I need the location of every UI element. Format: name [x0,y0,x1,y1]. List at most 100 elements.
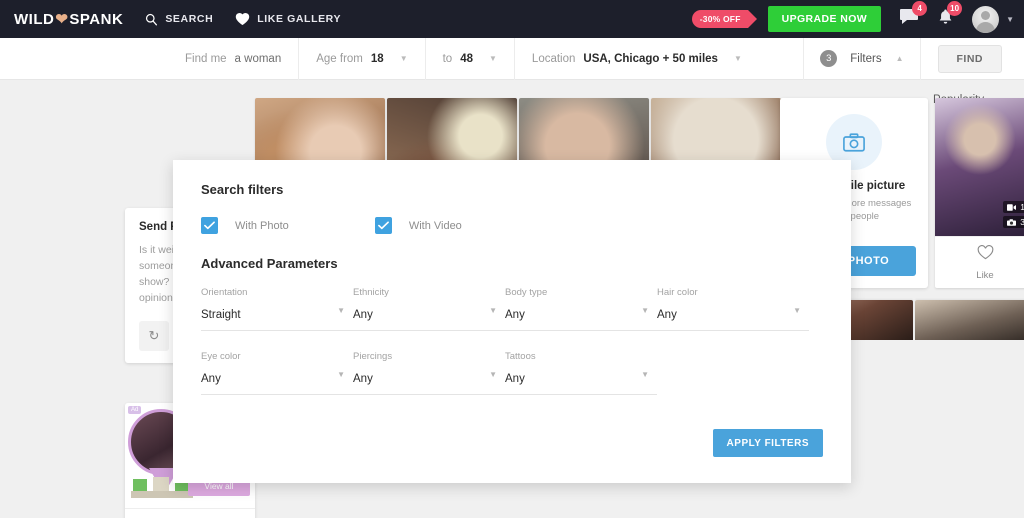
upgrade-now-button[interactable]: UPGRADE NOW [767,6,882,32]
chevron-down-icon: ▼ [733,54,742,63]
ad-footer-label: Offer of the day [125,508,255,518]
avatar-head [981,10,991,20]
body-type-field: Body type Any ▼ [505,287,657,331]
advanced-parameters-title: Advanced Parameters [201,256,338,271]
logo-text-first: WILD [14,10,55,28]
ad-badge: Ad [128,406,142,414]
profile-actions: Like [935,236,1024,288]
with-photo-checkbox[interactable]: With Photo [201,217,289,234]
refresh-icon[interactable]: ↻ [139,321,169,351]
ethnicity-label: Ethnicity [353,287,389,298]
find-me-value: a woman [234,52,282,65]
eye-color-field: Eye color Any ▼ [201,351,353,395]
age-to-label: to [442,52,453,65]
avatar-body [976,21,996,33]
panel-checkbox-row: With Photo With Video [201,217,823,234]
panel-title: Search filters [201,182,284,197]
advanced-row-1: Orientation Straight ▼ Ethnicity Any ▼ B… [201,287,823,331]
orientation-field: Orientation Straight ▼ [201,287,353,331]
nav-search-label: SEARCH [165,13,214,25]
age-to-selector[interactable]: to 48 ▼ [424,37,514,80]
piercings-label: Piercings [353,351,393,362]
chevron-down-icon: ▼ [641,370,649,379]
body-type-select[interactable]: Any ▼ [505,305,657,331]
chevron-down-icon: ▼ [641,306,649,315]
hair-color-select[interactable]: Any ▼ [657,305,809,331]
eye-color-select[interactable]: Any ▼ [201,369,353,395]
page-body: Popularity ▼ Send Flirt Is it weird that… [0,80,1024,518]
nav-search[interactable]: SEARCH [145,13,213,26]
chevron-down-icon: ▼ [399,54,408,63]
search-icon [145,13,158,26]
notifications-badge: 10 [947,0,963,16]
tattoos-label: Tattoos [505,351,536,362]
body-type-label: Body type [505,287,548,298]
eye-color-value: Any [201,373,221,385]
piercings-value: Any [353,373,373,385]
apply-filters-button[interactable]: APPLY FILTERS [712,429,823,457]
find-button[interactable]: FIND [937,44,1002,73]
location-value: USA, Chicago + 50 miles [583,52,718,65]
hair-color-field: Hair color Any ▼ [657,287,809,331]
ethnicity-field: Ethnicity Any ▼ [353,287,505,331]
video-camera-icon [1007,203,1017,211]
orientation-value: Straight [201,309,241,321]
video-count-value: 1 [1020,202,1024,212]
profile-card-partial[interactable]: 1 3 Like [935,98,1024,288]
like-button[interactable]: Like [935,237,1024,288]
logo-text-second: SPANK [69,10,124,28]
location-label: Location [531,52,576,65]
chevron-down-icon: ▼ [489,306,497,315]
age-from-value: 18 [370,52,384,65]
heart-icon [235,12,250,26]
checkmark-icon [374,217,392,234]
with-video-checkbox[interactable]: With Video [374,217,462,234]
tattoos-select[interactable]: Any ▼ [505,369,657,395]
nav-like-gallery[interactable]: LIKE GALLERY [235,12,341,26]
checkmark-icon [201,217,218,234]
ethnicity-select[interactable]: Any ▼ [353,305,505,331]
profile-card-partial[interactable] [915,300,1024,340]
age-from-selector[interactable]: Age from 18 ▼ [298,37,424,80]
find-me-label: Find me [185,52,227,65]
tattoos-value: Any [505,373,525,385]
profile-media-counts: 1 3 [1003,198,1024,228]
like-label: Like [976,269,994,281]
heart-icon: ❤ [55,11,69,28]
video-count: 1 [1003,201,1024,213]
age-from-label: Age from [316,52,363,65]
top-header: WILD ❤ SPANK SEARCH LIKE GALLERY -30% OF… [0,0,1024,38]
with-photo-label: With Photo [235,219,289,232]
filters-toggle[interactable]: 3 Filters ▲ [803,37,921,80]
eye-color-label: Eye color [201,351,241,362]
avatar[interactable] [972,5,1000,33]
chevron-down-icon: ▼ [337,306,345,315]
piercings-select[interactable]: Any ▼ [353,369,505,395]
orientation-label: Orientation [201,287,248,298]
piercings-field: Piercings Any ▼ [353,351,505,395]
find-me-selector[interactable]: Find me a woman [168,38,298,80]
discount-badge[interactable]: -30% OFF [691,10,757,28]
messages-button[interactable]: 4 [899,0,928,31]
site-logo[interactable]: WILD ❤ SPANK [14,10,124,29]
empty-field-slot [657,351,809,395]
chevron-down-icon: ▼ [489,54,497,63]
heart-icon [977,244,994,265]
advanced-row-2: Eye color Any ▼ Piercings Any ▼ Tattoos … [201,351,823,395]
photo-count: 3 [1003,216,1024,228]
header-right-group: -30% OFF UPGRADE NOW 4 10 ▼ [691,0,1014,33]
chevron-up-icon: ▲ [895,54,904,63]
hair-color-label: Hair color [657,287,698,298]
chevron-down-icon: ▼ [793,306,801,315]
location-selector[interactable]: Location USA, Chicago + 50 miles ▼ [513,37,759,80]
messages-badge: 4 [912,0,928,16]
discount-badge-label: -30% OFF [699,14,741,24]
chevron-down-icon[interactable]: ▼ [1006,15,1014,24]
with-video-label: With Video [408,219,462,232]
camera-icon [1007,218,1017,226]
notifications-button[interactable]: 10 [937,0,963,31]
tattoos-field: Tattoos Any ▼ [505,351,657,395]
orientation-select[interactable]: Straight ▼ [201,305,353,331]
profile-photo[interactable]: 1 3 [935,98,1024,236]
body-type-value: Any [505,309,525,321]
